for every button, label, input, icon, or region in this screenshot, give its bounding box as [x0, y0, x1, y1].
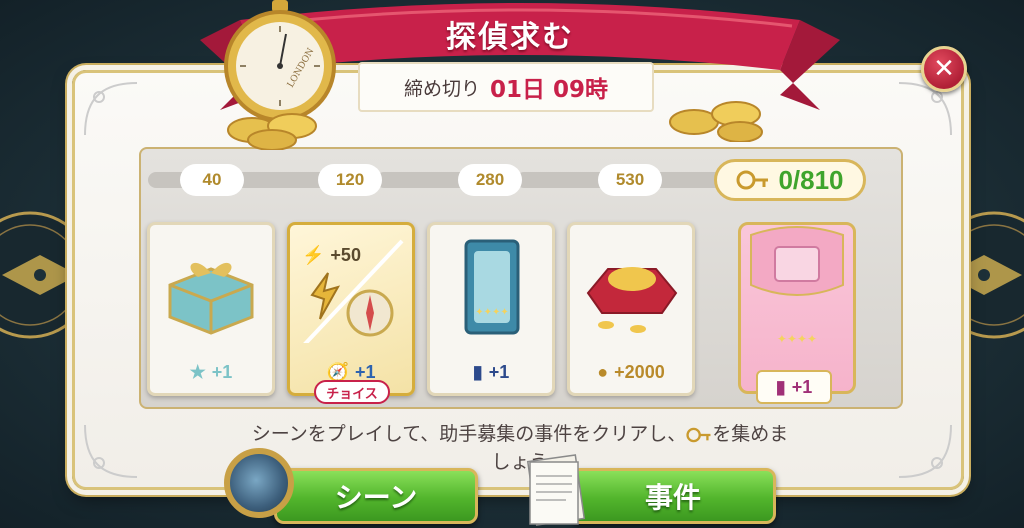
- reward-card-choice[interactable]: ⚡ +50 🧭 +1: [287, 222, 415, 396]
- milestone-label: 40: [180, 164, 244, 196]
- key-count: 0/810: [778, 164, 844, 195]
- reward-card[interactable]: ● +2000: [567, 222, 695, 396]
- milestone-label: 530: [598, 164, 662, 196]
- reward-card[interactable]: ✦✦✦✦ ▮ +1: [427, 222, 555, 396]
- key-icon: [686, 427, 711, 442]
- page-title: 探偵求む: [446, 20, 574, 55]
- choice-badge: チョイス: [314, 380, 390, 404]
- reward-amount: +1: [488, 362, 510, 382]
- grand-reward-card[interactable]: ✦✦✦✦: [738, 222, 856, 394]
- coin-icon: ●: [597, 362, 609, 382]
- corner-flourish-icon: [898, 424, 952, 478]
- close-icon: ✕: [933, 54, 955, 84]
- pink-card-icon: ✦✦✦✦: [750, 226, 844, 346]
- pink-card-small-icon: ▮: [775, 376, 786, 397]
- grand-reward-amount-box: ▮ +1: [756, 370, 832, 404]
- coins-decoration-icon: [669, 101, 763, 142]
- corner-flourish-icon: [84, 82, 138, 136]
- gift-box-icon: [168, 262, 254, 335]
- coin-pouch-icon: [586, 267, 678, 333]
- corner-flourish-icon: [84, 424, 138, 478]
- svg-text:✦✦✦✦: ✦✦✦✦: [777, 332, 817, 346]
- deadline-label: 締め切り: [403, 77, 480, 100]
- reward-card[interactable]: ★ +1: [147, 222, 275, 396]
- reward-amount: +2000: [614, 362, 665, 382]
- case-button[interactable]: 事件: [570, 468, 776, 524]
- coins-decoration-icon: [227, 113, 317, 150]
- blue-card-icon: ✦✦✦✦: [464, 239, 520, 335]
- card-icon: ▮: [472, 362, 483, 382]
- key-counter: 0/810: [714, 159, 866, 201]
- deadline-value: 01日 09時: [489, 77, 609, 103]
- milestone-label: 280: [458, 164, 522, 196]
- reward-amount: +1: [791, 376, 813, 397]
- milestone-label: 120: [318, 164, 382, 196]
- key-icon: [736, 170, 769, 190]
- deadline-box: 締め切り 01日 09時: [358, 62, 654, 112]
- energy-and-compass-icon: [303, 239, 404, 343]
- magnifier-icon: [224, 448, 294, 518]
- ticket-icon: ★: [189, 362, 206, 382]
- scene-button[interactable]: シーン: [274, 468, 478, 524]
- svg-text:✦✦✦✦: ✦✦✦✦: [475, 307, 509, 318]
- progress-track: [652, 172, 722, 188]
- reward-amount: +1: [211, 362, 233, 382]
- close-button[interactable]: ✕: [921, 46, 967, 92]
- case-papers-icon: [526, 454, 586, 526]
